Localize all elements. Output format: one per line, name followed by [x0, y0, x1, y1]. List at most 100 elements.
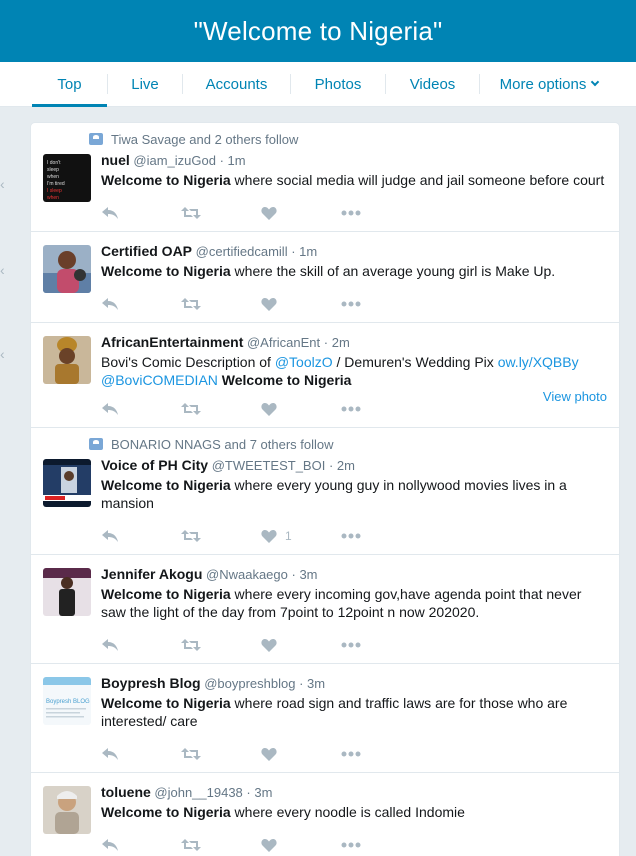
retweet-button[interactable]: [181, 529, 261, 543]
dismiss-icon[interactable]: ‹: [0, 262, 5, 278]
reply-button[interactable]: [101, 529, 181, 543]
tweet-time[interactable]: 2m: [332, 335, 350, 350]
url-link[interactable]: ow.ly/XQBBy: [498, 354, 579, 370]
retweet-button[interactable]: [181, 747, 261, 761]
follow-icon: [89, 438, 103, 450]
tweet[interactable]: Jennifer Akogu @Nwaakaego · 3m Welcome t…: [31, 555, 619, 664]
avatar[interactable]: I don't sleep when I'm tired I sleep whe…: [43, 154, 91, 202]
tweet[interactable]: BONARIO NNAGS and 7 others follow Voice …: [31, 428, 619, 555]
avatar[interactable]: [43, 786, 91, 834]
tweet-time[interactable]: 1m: [299, 244, 317, 259]
tweet-time[interactable]: 3m: [254, 785, 272, 800]
avatar[interactable]: [43, 245, 91, 293]
retweet-button[interactable]: [181, 297, 261, 311]
tweet-body: Bovi's Comic Description of: [101, 354, 275, 370]
more-button[interactable]: [341, 642, 421, 648]
tab-top[interactable]: Top: [32, 62, 107, 107]
tab-accounts[interactable]: Accounts: [183, 62, 290, 106]
svg-text:sleep: sleep: [47, 167, 59, 173]
reply-icon: [102, 839, 118, 851]
tweet[interactable]: toluene @john__19438 · 3m Welcome to Nig…: [31, 773, 619, 856]
author-name[interactable]: Voice of PH City: [101, 457, 208, 473]
author-name[interactable]: toluene: [101, 784, 151, 800]
reply-button[interactable]: [101, 402, 181, 416]
highlight-phrase: Welcome to Nigeria: [221, 372, 352, 388]
like-button[interactable]: [261, 206, 341, 220]
more-button[interactable]: [341, 533, 421, 539]
author-name[interactable]: nuel: [101, 152, 130, 168]
highlight-phrase: Welcome to Nigeria: [101, 477, 231, 493]
author-name[interactable]: Boypresh Blog: [101, 675, 201, 691]
svg-text:when: when: [47, 174, 59, 180]
social-context: BONARIO NNAGS and 7 others follow: [89, 436, 607, 452]
author-handle[interactable]: @iam_izuGod: [133, 153, 216, 168]
reply-button[interactable]: [101, 206, 181, 220]
avatar[interactable]: Boypresh BLOG: [43, 677, 91, 725]
author-handle[interactable]: @AfricanEnt: [247, 335, 320, 350]
like-button[interactable]: 1: [261, 529, 341, 543]
more-button[interactable]: [341, 301, 421, 307]
like-button[interactable]: [261, 297, 341, 311]
author-handle[interactable]: @TWEETEST_BOI: [212, 458, 326, 473]
tweet-time[interactable]: 1m: [228, 153, 246, 168]
tweet-actions: 1: [101, 528, 607, 544]
tweet-time[interactable]: 3m: [299, 567, 317, 582]
heart-icon: [261, 747, 277, 761]
more-button[interactable]: [341, 842, 421, 848]
tweet[interactable]: Certified OAP @certifiedcamill · 1m Welc…: [31, 232, 619, 323]
avatar-logo-text: Boypresh BLOG: [46, 699, 90, 705]
retweet-button[interactable]: [181, 402, 261, 416]
tweet-body: where every noodle is called Indomie: [230, 804, 465, 820]
reply-button[interactable]: [101, 638, 181, 652]
tweet[interactable]: AfricanEntertainment @AfricanEnt · 2m Bo…: [31, 323, 619, 428]
dismiss-icon[interactable]: ‹: [0, 176, 5, 192]
more-button[interactable]: [341, 406, 421, 412]
highlight-phrase: Welcome to Nigeria: [101, 263, 231, 279]
tweet[interactable]: Tiwa Savage and 2 others follow I don't …: [31, 123, 619, 232]
svg-text:when: when: [47, 195, 59, 201]
author-name[interactable]: Certified OAP: [101, 243, 192, 259]
highlight-phrase: Welcome to Nigeria: [101, 172, 231, 188]
view-photo-link[interactable]: View photo: [543, 389, 607, 404]
tab-label: Photos: [314, 75, 362, 93]
author-name[interactable]: Jennifer Akogu: [101, 566, 202, 582]
like-button[interactable]: [261, 838, 341, 852]
author-handle[interactable]: @Nwaakaego: [206, 567, 288, 582]
avatar[interactable]: [43, 459, 91, 507]
heart-icon: [261, 638, 277, 652]
tweet[interactable]: Boypresh BLOG Boypresh Blog @boypreshblo…: [31, 664, 619, 773]
tweet-text: Welcome to Nigeria where the skill of an…: [101, 262, 607, 280]
like-button[interactable]: [261, 638, 341, 652]
retweet-button[interactable]: [181, 638, 261, 652]
tab-live[interactable]: Live: [108, 62, 182, 106]
retweet-button[interactable]: [181, 838, 261, 852]
like-button[interactable]: [261, 402, 341, 416]
tweet-time[interactable]: 3m: [307, 676, 325, 691]
author-handle[interactable]: @certifiedcamill: [196, 244, 288, 259]
more-button[interactable]: [341, 751, 421, 757]
mention-link[interactable]: @ToolzO: [275, 354, 333, 370]
more-dots-icon: [341, 210, 361, 216]
more-button[interactable]: [341, 210, 421, 216]
reply-button[interactable]: [101, 838, 181, 852]
author-name[interactable]: AfricanEntertainment: [101, 334, 243, 350]
reply-button[interactable]: [101, 747, 181, 761]
avatar[interactable]: [43, 336, 91, 384]
dismiss-icon[interactable]: ‹: [0, 346, 5, 362]
tab-videos[interactable]: Videos: [386, 62, 479, 106]
like-button[interactable]: [261, 747, 341, 761]
tab-more-options[interactable]: More options: [480, 62, 618, 106]
retweet-button[interactable]: [181, 206, 261, 220]
retweet-icon: [181, 839, 201, 851]
tab-label: Top: [57, 75, 82, 93]
author-handle[interactable]: @boypreshblog: [204, 676, 295, 691]
reply-button[interactable]: [101, 297, 181, 311]
author-handle[interactable]: @john__19438: [154, 785, 242, 800]
svg-text:I sleep: I sleep: [47, 188, 62, 194]
avatar[interactable]: [43, 568, 91, 616]
mention-link[interactable]: @BoviCOMEDIAN: [101, 372, 218, 388]
more-dots-icon: [341, 751, 361, 757]
tweet-time[interactable]: 2m: [337, 458, 355, 473]
social-context: Tiwa Savage and 2 others follow: [89, 131, 607, 147]
tab-photos[interactable]: Photos: [291, 62, 385, 106]
